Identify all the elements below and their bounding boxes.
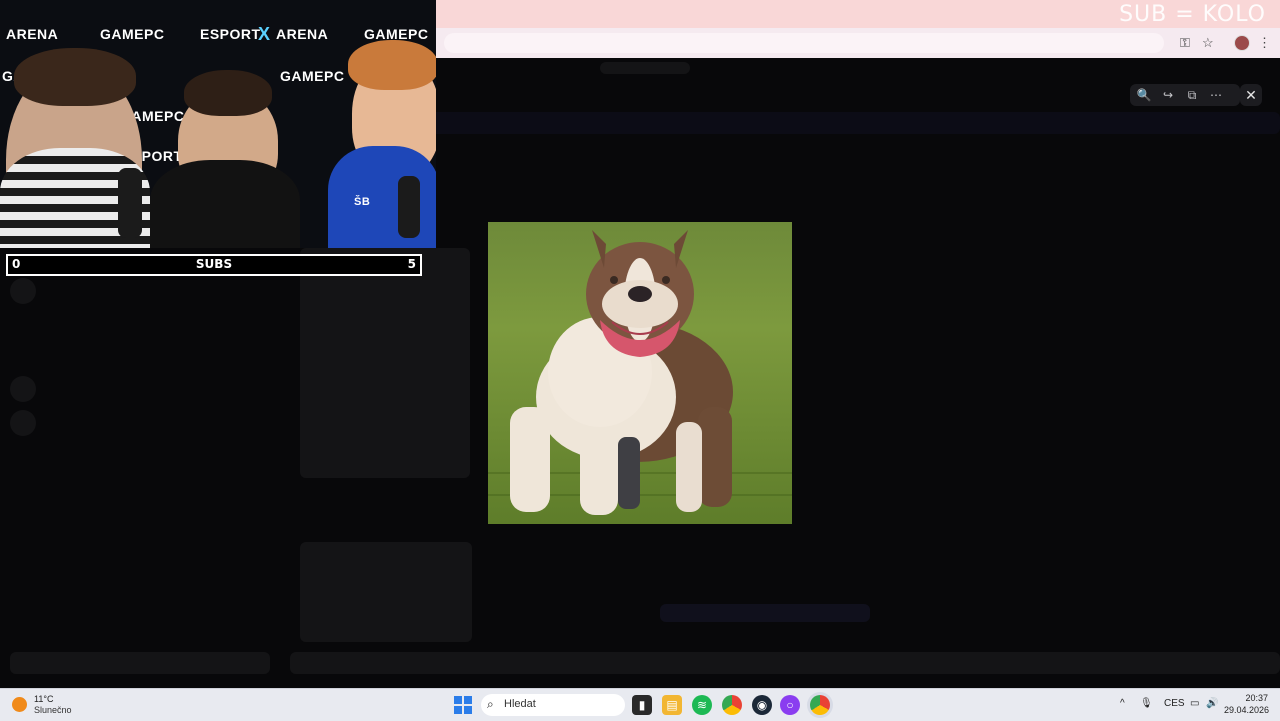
profile-avatar[interactable] <box>1234 35 1250 51</box>
banner-text: ESPORT <box>200 26 261 42</box>
url-field[interactable] <box>444 33 1164 53</box>
subs-progress-bar: 0 SUBS 5 <box>6 254 422 276</box>
streamer-middle-hair <box>184 70 272 116</box>
ghost-message-image-2 <box>300 542 472 642</box>
key-icon[interactable]: ⚿ <box>1180 35 1190 51</box>
sun-icon[interactable] <box>12 697 27 712</box>
black-shirt <box>150 160 300 248</box>
chrome-icon[interactable] <box>722 695 742 715</box>
more-vert-icon[interactable]: ⋮ <box>1258 35 1271 51</box>
ghost-join-buttons <box>660 604 870 622</box>
weather-temperature[interactable]: 11°C <box>34 694 53 704</box>
ghost-message-image <box>300 248 470 478</box>
jersey-initials: ŠB <box>354 196 371 208</box>
ghost-title <box>600 62 690 74</box>
sub-goal-overlay-text: SUB = KOLO <box>1119 2 1266 27</box>
browser-address-bar: ⚿ ☆ ⋮ <box>436 28 1280 58</box>
microphone <box>118 168 142 238</box>
task-view-icon[interactable]: ▮ <box>632 695 652 715</box>
twitch-icon[interactable]: ○ <box>780 695 800 715</box>
ghost-server-icon <box>10 376 36 402</box>
close-viewer-button[interactable]: ✕ <box>1240 84 1262 106</box>
streamer-right-hair <box>348 40 436 90</box>
forward-icon[interactable]: ↪ <box>1158 86 1178 104</box>
ghost-user-panel <box>10 652 270 674</box>
subs-goal: 5 <box>407 257 416 271</box>
clock-date[interactable]: 29.04.2026 <box>1224 705 1269 715</box>
search-placeholder: Hledat <box>504 698 536 710</box>
open-external-icon[interactable]: ⧉ <box>1182 86 1202 104</box>
clock-time[interactable]: 20:37 <box>1240 693 1268 703</box>
viewer-toolbar: 🔍 ↪ ⧉ ⋯ <box>1130 84 1240 106</box>
volume-icon[interactable]: 🔊 <box>1206 698 1218 709</box>
monitor-icon[interactable]: ▭ <box>1190 698 1199 709</box>
streamer-left-hair <box>14 48 136 106</box>
tray-chevron-icon[interactable]: ^ <box>1120 698 1125 709</box>
weather-condition[interactable]: Slunečno <box>34 705 72 715</box>
taskbar-search[interactable]: ⌕ Hledat <box>481 694 625 716</box>
microphone <box>398 176 420 238</box>
steam-icon[interactable]: ◉ <box>752 695 772 715</box>
dog-illustration <box>510 230 733 515</box>
banner-text: ARENA <box>276 26 329 42</box>
spotify-icon[interactable]: ≋ <box>692 695 712 715</box>
more-options-icon[interactable]: ⋯ <box>1206 86 1226 104</box>
file-explorer-icon[interactable]: ▤ <box>662 695 682 715</box>
ghost-server-icon <box>10 410 36 436</box>
microphone-icon[interactable]: 🎙 <box>1140 698 1153 709</box>
banner-text: GAMEPC <box>100 26 165 42</box>
banner-text: GAMEPC <box>280 68 345 84</box>
ghost-server-icon <box>10 278 36 304</box>
webcam-overlay: ARENA GAMEPC ESPORT X ARENA GAMEPC GAMEP… <box>0 0 436 248</box>
ghost-message-input <box>290 652 1280 674</box>
banner-x-logo: X <box>258 24 271 44</box>
zoom-icon[interactable]: 🔍 <box>1134 86 1154 104</box>
viewer-image[interactable] <box>488 222 792 524</box>
chrome-active-icon[interactable] <box>810 695 830 715</box>
star-icon[interactable]: ☆ <box>1202 35 1214 51</box>
windows-start-icon[interactable] <box>454 696 472 714</box>
search-icon: ⌕ <box>487 697 494 711</box>
banner-text: ARENA <box>6 26 59 42</box>
taskbar: 11°C Slunečno ⌕ Hledat ▮ ▤ ≋ ◉ ○ ^ 🎙 CES… <box>0 688 1280 721</box>
language-indicator[interactable]: CES <box>1164 698 1185 709</box>
subs-label: SUBS <box>195 257 233 271</box>
